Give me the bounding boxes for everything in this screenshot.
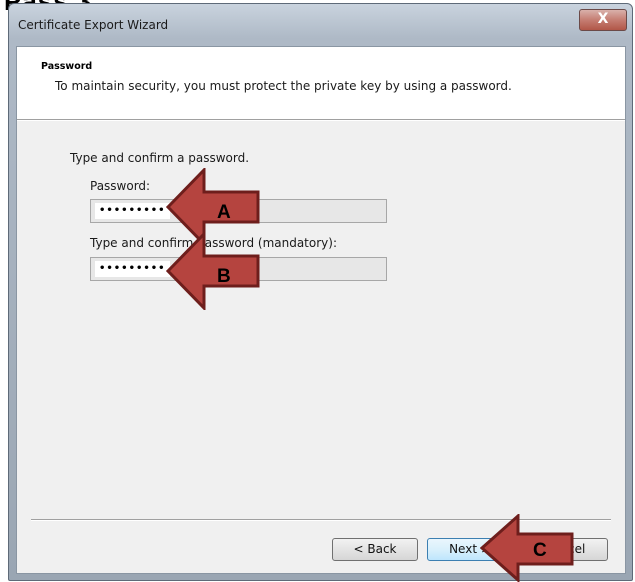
instruction-text: Type and confirm a password.	[70, 151, 250, 165]
title-bar[interactable]: Certificate Export Wizard X	[8, 3, 633, 43]
back-button[interactable]: < Back	[332, 538, 418, 561]
header-divider	[17, 119, 625, 121]
window-title: Certificate Export Wizard	[18, 18, 169, 32]
confirm-password-value: •••••••••	[95, 261, 170, 277]
section-description: To maintain security, you must protect t…	[55, 79, 512, 93]
wizard-header: Password To maintain security, you must …	[17, 47, 625, 119]
callout-arrow-b	[166, 232, 260, 310]
password-value: •••••••••	[95, 203, 170, 219]
wizard-content: Password To maintain security, you must …	[16, 46, 626, 574]
callout-arrow-c	[480, 514, 574, 582]
close-button[interactable]: X	[579, 9, 627, 31]
callout-label-a: A	[217, 202, 231, 223]
password-label: Password:	[90, 179, 151, 193]
callout-label-c: C	[533, 540, 547, 561]
callout-label-b: B	[217, 266, 231, 287]
section-title: Password	[41, 61, 93, 72]
close-icon: X	[597, 11, 609, 27]
